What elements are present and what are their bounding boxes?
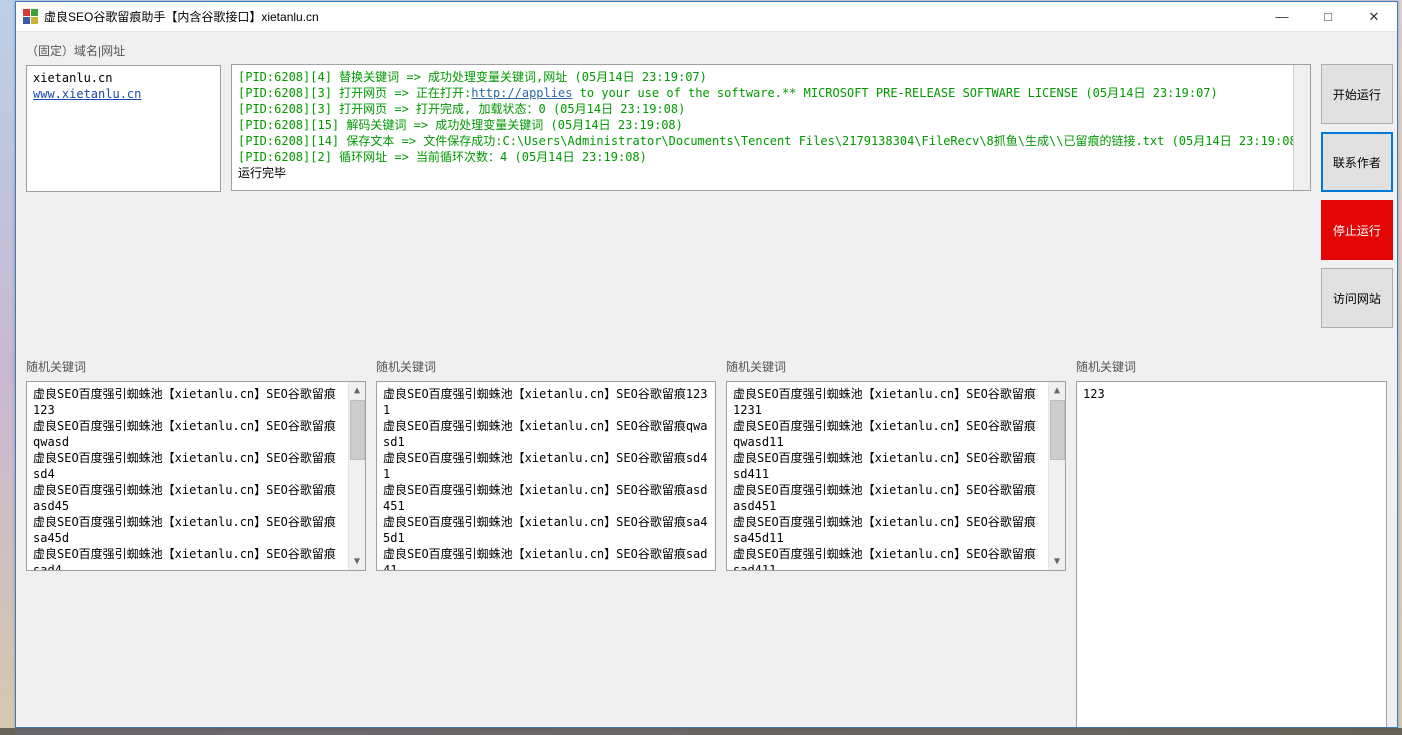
scrollbar[interactable]: ▲ ▼ xyxy=(1048,382,1065,570)
client-area: （固定）域名|网址 xietanlu.cn www.xietanlu.cn [P… xyxy=(16,32,1397,727)
url-line-plain: xietanlu.cn xyxy=(33,70,214,86)
url-input-box[interactable]: xietanlu.cn www.xietanlu.cn xyxy=(26,65,221,192)
keyword-box-1[interactable]: 虚良SEO百度强引蜘蛛池【xietanlu.cn】SEO谷歌留痕123 虚良SE… xyxy=(26,381,366,571)
main-window: 虚良SEO谷歌留痕助手【内含谷歌接口】xietanlu.cn — □ ✕ （固定… xyxy=(15,1,1398,728)
log-line: [PID:6208][2] 循环网址 => 当前循环次数：4 (05月14日 2… xyxy=(238,149,1304,165)
maximize-button[interactable]: □ xyxy=(1305,2,1351,31)
log-line-finished: 运行完毕 xyxy=(238,165,1304,181)
keyword-box-4[interactable]: 123 xyxy=(1076,381,1387,727)
url-line-link[interactable]: www.xietanlu.cn xyxy=(33,87,141,101)
keyword-label-1: 随机关键词 xyxy=(26,358,366,375)
keyword-box-3[interactable]: 虚良SEO百度强引蜘蛛池【xietanlu.cn】SEO谷歌留痕1231 虚良S… xyxy=(726,381,1066,571)
keyword-box-2[interactable]: 虚良SEO百度强引蜘蛛池【xietanlu.cn】SEO谷歌留痕1231 虚良S… xyxy=(376,381,716,571)
stop-button[interactable]: 停止运行 xyxy=(1321,200,1393,260)
scroll-down-icon[interactable]: ▼ xyxy=(1049,553,1065,570)
window-controls: — □ ✕ xyxy=(1259,2,1397,31)
close-button[interactable]: ✕ xyxy=(1351,2,1397,31)
scroll-thumb[interactable] xyxy=(1050,400,1065,460)
visit-site-button[interactable]: 访问网站 xyxy=(1321,268,1393,328)
taskbar[interactable] xyxy=(0,728,1402,735)
log-line: [PID:6208][3] 打开网页 => 打开完成, 加载状态：0 (05月1… xyxy=(238,101,1304,117)
contact-author-button[interactable]: 联系作者 xyxy=(1321,132,1393,192)
scroll-thumb[interactable] xyxy=(350,400,365,460)
window-title: 虚良SEO谷歌留痕助手【内含谷歌接口】xietanlu.cn xyxy=(44,8,1259,25)
log-line: [PID:6208][4] 替换关键词 => 成功处理变量关键词,网址 (05月… xyxy=(238,69,1304,85)
log-scrollbar[interactable] xyxy=(1293,65,1310,190)
keyword-label-4: 随机关键词 xyxy=(1076,358,1387,375)
log-line: [PID:6208][3] 打开网页 => 正在打开:http://applie… xyxy=(238,85,1304,101)
start-button[interactable]: 开始运行 xyxy=(1321,64,1393,124)
fixed-domain-label: （固定）域名|网址 xyxy=(26,42,221,59)
keyword-content-4: 123 xyxy=(1077,382,1386,727)
keyword-content-2: 虚良SEO百度强引蜘蛛池【xietanlu.cn】SEO谷歌留痕1231 虚良S… xyxy=(377,382,715,570)
log-link[interactable]: http://applies xyxy=(471,86,572,100)
keyword-label-3: 随机关键词 xyxy=(726,358,1066,375)
desktop-background xyxy=(0,0,15,735)
app-icon xyxy=(22,9,38,25)
log-output[interactable]: [PID:6208][4] 替换关键词 => 成功处理变量关键词,网址 (05月… xyxy=(231,64,1311,191)
minimize-button[interactable]: — xyxy=(1259,2,1305,31)
keyword-content-3: 虚良SEO百度强引蜘蛛池【xietanlu.cn】SEO谷歌留痕1231 虚良S… xyxy=(727,382,1048,570)
keyword-content-1: 虚良SEO百度强引蜘蛛池【xietanlu.cn】SEO谷歌留痕123 虚良SE… xyxy=(27,382,348,570)
log-line: [PID:6208][15] 解码关键词 => 成功处理变量关键词 (05月14… xyxy=(238,117,1304,133)
scroll-down-icon[interactable]: ▼ xyxy=(349,553,365,570)
keyword-label-2: 随机关键词 xyxy=(376,358,716,375)
titlebar[interactable]: 虚良SEO谷歌留痕助手【内含谷歌接口】xietanlu.cn — □ ✕ xyxy=(16,2,1397,32)
log-line: [PID:6208][14] 保存文本 => 文件保存成功:C:\Users\A… xyxy=(238,133,1304,149)
scroll-up-icon[interactable]: ▲ xyxy=(349,382,365,399)
scrollbar[interactable]: ▲ ▼ xyxy=(348,382,365,570)
scroll-up-icon[interactable]: ▲ xyxy=(1049,382,1065,399)
